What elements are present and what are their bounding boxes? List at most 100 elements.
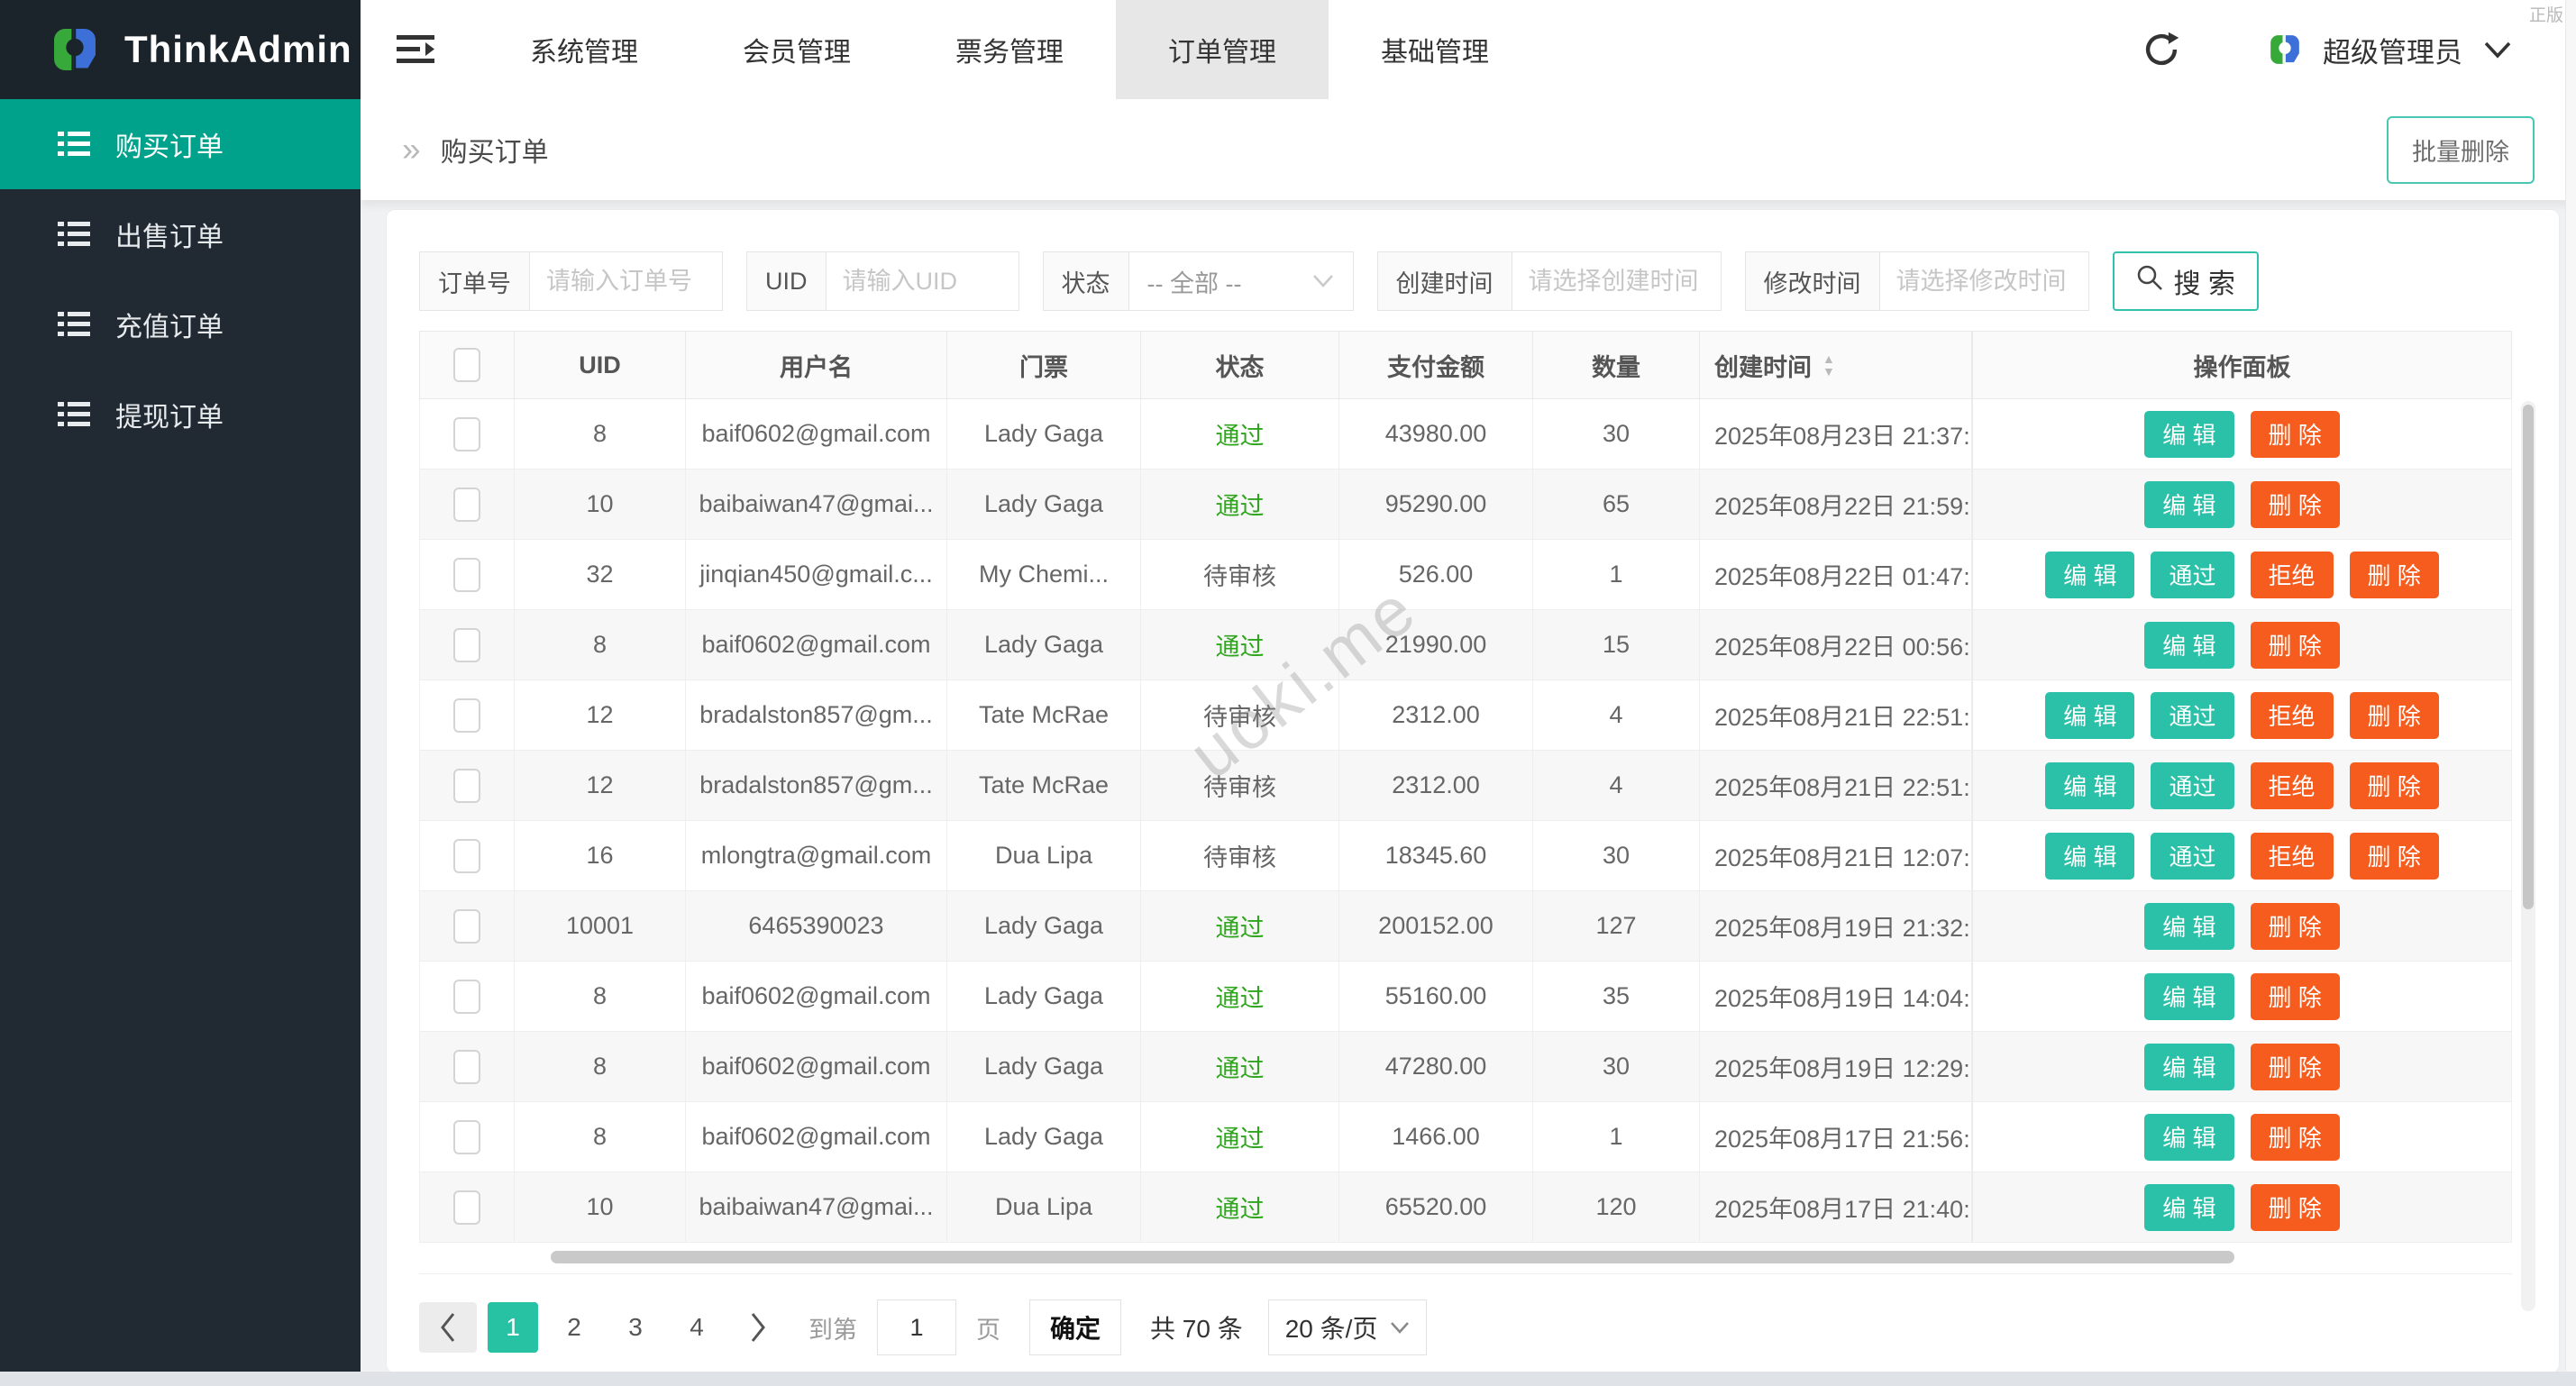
edit-button[interactable]: 编 辑 (2144, 1114, 2233, 1161)
row-checkbox[interactable] (453, 980, 480, 1014)
nav-tab-基础管理[interactable]: 基础管理 (1329, 0, 1541, 99)
row-checkbox[interactable] (453, 909, 480, 944)
edit-button[interactable]: 编 辑 (2144, 481, 2233, 528)
page-horizontal-scrollbar[interactable] (0, 1372, 2576, 1386)
row-checkbox[interactable] (453, 839, 480, 873)
approve-button[interactable]: 通过 (2151, 833, 2233, 880)
delete-button[interactable]: 删 除 (2251, 1184, 2340, 1231)
nav-tab-订单管理[interactable]: 订单管理 (1116, 0, 1329, 99)
edit-button[interactable]: 编 辑 (2045, 762, 2134, 809)
row-checkbox[interactable] (453, 1190, 480, 1225)
page-size-select[interactable]: 20 条/页 (1268, 1299, 1428, 1355)
filter-input-ctime[interactable] (1512, 251, 1722, 311)
list-icon (58, 401, 90, 428)
edit-button[interactable]: 编 辑 (2045, 552, 2134, 598)
row-checkbox[interactable] (453, 769, 480, 803)
delete-button[interactable]: 删 除 (2251, 903, 2340, 950)
actions-cell: 编 辑通过拒绝删 除 (1972, 751, 2511, 820)
username-cell: baif0602@gmail.com (686, 1102, 947, 1172)
delete-button[interactable]: 删 除 (2350, 833, 2439, 880)
row-checkbox[interactable] (453, 698, 480, 733)
delete-button[interactable]: 删 除 (2251, 1114, 2340, 1161)
row-checkbox[interactable] (453, 558, 480, 592)
user-menu[interactable]: 超级管理员 (2267, 30, 2513, 70)
delete-button[interactable]: 删 除 (2251, 622, 2340, 669)
sidebar-item-充值订单[interactable]: 充值订单 (0, 279, 361, 369)
sort-icon[interactable]: ▲▼ (1822, 352, 1835, 378)
actions-cell: 编 辑删 除 (1972, 1032, 2511, 1101)
brand-version: v6 (361, 31, 385, 53)
edit-button[interactable]: 编 辑 (2144, 1044, 2233, 1090)
row-checkbox[interactable] (453, 1120, 480, 1154)
filter-input-mtime[interactable] (1879, 251, 2089, 311)
row-checkbox[interactable] (453, 628, 480, 662)
goto-suffix-label: 页 (976, 1310, 1000, 1345)
page-button-4[interactable]: 4 (671, 1302, 722, 1353)
collapse-menu-icon[interactable] (397, 32, 438, 67)
delete-button[interactable]: 删 除 (2350, 692, 2439, 739)
delete-button[interactable]: 删 除 (2251, 973, 2340, 1020)
sidebar-item-提现订单[interactable]: 提现订单 (0, 369, 361, 460)
sort-asc-icon[interactable]: ▲ (1822, 352, 1835, 365)
uid-cell: 32 (515, 540, 686, 609)
bulk-delete-button[interactable]: 批量删除 (2387, 116, 2535, 184)
nav-tab-票务管理[interactable]: 票务管理 (903, 0, 1116, 99)
filter-input-uid[interactable] (826, 251, 1019, 311)
page-vertical-scrollbar[interactable] (2565, 0, 2576, 1386)
edit-button[interactable]: 编 辑 (2045, 692, 2134, 739)
refresh-icon[interactable] (2142, 31, 2180, 68)
reject-button[interactable]: 拒绝 (2251, 833, 2334, 880)
next-page-button[interactable] (733, 1302, 783, 1353)
amount-cell: 95290.00 (1339, 470, 1533, 539)
delete-button[interactable]: 删 除 (2350, 762, 2439, 809)
edit-button[interactable]: 编 辑 (2144, 1184, 2233, 1231)
edit-button[interactable]: 编 辑 (2045, 833, 2134, 880)
search-button[interactable]: 搜 索 (2113, 251, 2259, 311)
reject-button[interactable]: 拒绝 (2251, 692, 2334, 739)
status-text: 待审核 (1203, 838, 1276, 873)
horizontal-scrollbar-thumb[interactable] (551, 1251, 2234, 1263)
reject-button[interactable]: 拒绝 (2251, 762, 2334, 809)
list-icon-wrap (58, 311, 90, 338)
sidebar-item-出售订单[interactable]: 出售订单 (0, 189, 361, 279)
goto-page-input[interactable] (877, 1299, 956, 1355)
nav-tab-系统管理[interactable]: 系统管理 (478, 0, 690, 99)
select-all-checkbox[interactable] (453, 348, 480, 382)
edit-button[interactable]: 编 辑 (2144, 973, 2233, 1020)
filter-select-status[interactable]: -- 全部 -- (1128, 251, 1354, 311)
sort-desc-icon[interactable]: ▼ (1822, 365, 1835, 378)
delete-button[interactable]: 删 除 (2251, 411, 2340, 458)
total-count-label: 共 70 条 (1150, 1309, 1243, 1345)
sidebar: ThinkAdminv6 购买订单出售订单充值订单提现订单 (0, 0, 361, 1372)
row-checkbox[interactable] (453, 488, 480, 522)
status-text: 通过 (1216, 627, 1265, 662)
prev-page-button[interactable] (419, 1302, 477, 1353)
sidebar-item-购买订单[interactable]: 购买订单 (0, 99, 361, 189)
approve-button[interactable]: 通过 (2151, 552, 2233, 598)
row-checkbox[interactable] (453, 417, 480, 451)
content-area: 订单号UID状态-- 全部 --创建时间修改时间搜 索 UID用户名门票状态支付… (361, 200, 2576, 1372)
reject-button[interactable]: 拒绝 (2251, 552, 2334, 598)
username-cell: 6465390023 (686, 891, 947, 961)
quantity-cell: 65 (1533, 470, 1700, 539)
vertical-scrollbar-thumb[interactable] (2523, 405, 2534, 909)
row-checkbox[interactable] (453, 1050, 480, 1084)
page-button-1[interactable]: 1 (488, 1302, 538, 1353)
status-cell: 通过 (1141, 1172, 1339, 1242)
page-button-3[interactable]: 3 (610, 1302, 661, 1353)
delete-button[interactable]: 删 除 (2350, 552, 2439, 598)
goto-confirm-button[interactable]: 确定 (1029, 1299, 1121, 1355)
delete-button[interactable]: 删 除 (2251, 1044, 2340, 1090)
sidebar-item-label: 提现订单 (115, 395, 224, 434)
page-button-2[interactable]: 2 (549, 1302, 599, 1353)
app-window: ThinkAdminv6 购买订单出售订单充值订单提现订单 系统管理会员管理票务… (0, 0, 2576, 1386)
delete-button[interactable]: 删 除 (2251, 481, 2340, 528)
column-header-user: 用户名 (686, 332, 947, 398)
approve-button[interactable]: 通过 (2151, 692, 2233, 739)
edit-button[interactable]: 编 辑 (2144, 903, 2233, 950)
nav-tab-会员管理[interactable]: 会员管理 (690, 0, 903, 99)
edit-button[interactable]: 编 辑 (2144, 622, 2233, 669)
filter-input-orderno[interactable] (529, 251, 723, 311)
approve-button[interactable]: 通过 (2151, 762, 2233, 809)
edit-button[interactable]: 编 辑 (2144, 411, 2233, 458)
